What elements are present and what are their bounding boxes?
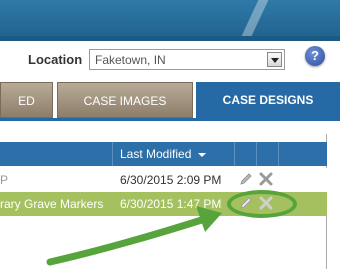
annotation-arrow-icon xyxy=(46,206,222,266)
